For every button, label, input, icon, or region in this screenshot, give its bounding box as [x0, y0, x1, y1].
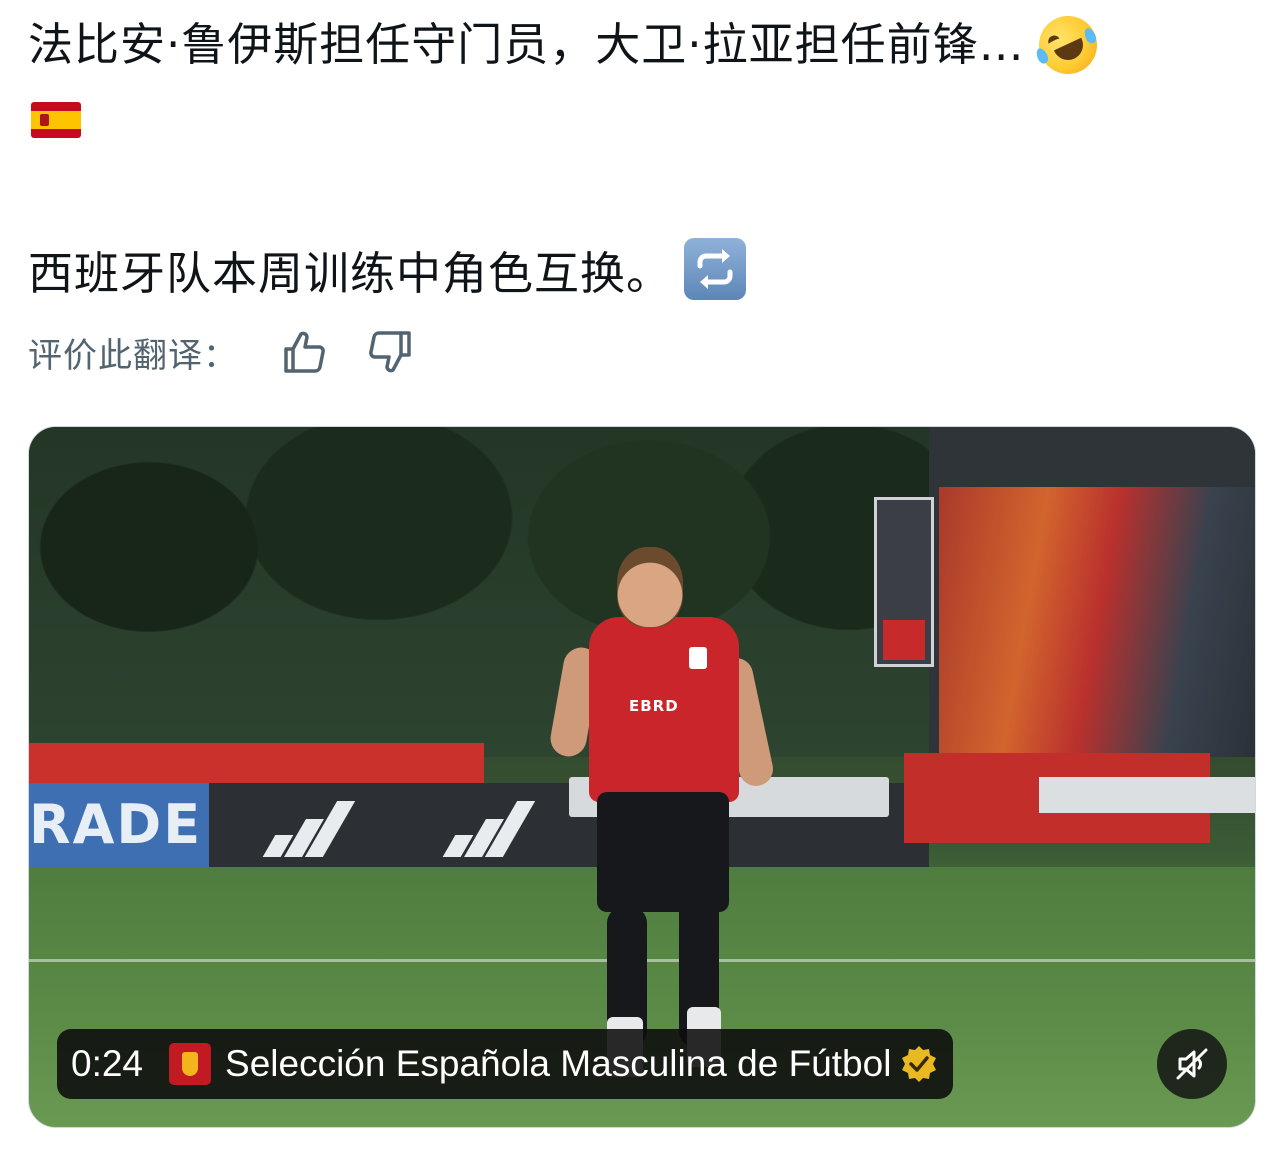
post-line-3: 西班牙队本周训练中角色互换。	[28, 236, 747, 302]
rfef-crest-icon	[169, 1043, 212, 1085]
rolling-laughing-emoji-icon	[1029, 6, 1107, 84]
repeat-button-icon	[684, 238, 747, 300]
video-red-hoarding	[29, 743, 484, 785]
thumbs-up-icon	[284, 331, 325, 373]
spain-crest-icon	[689, 647, 707, 669]
rate-translation-label: 评价此翻译：	[28, 335, 238, 376]
post-text: 法比安·鲁伊斯担任守门员，大卫·拉亚担任前锋…	[28, 6, 1258, 84]
post-line-3-text: 西班牙队本周训练中角色互换。	[28, 246, 673, 300]
video-bench	[1039, 777, 1255, 813]
video-channel-name: Selección Española Masculina de Fútbol	[225, 1043, 892, 1084]
video-scoreboard	[874, 497, 934, 667]
post-line-1: 法比安·鲁伊斯担任守门员，大卫·拉亚担任前锋…	[28, 6, 1258, 84]
video-player-figure: EBRD	[547, 537, 779, 1077]
shirt-sponsor-text: EBRD	[629, 697, 679, 715]
thumbs-up-button[interactable]	[278, 326, 330, 378]
adidas-logo-icon	[259, 799, 359, 857]
video-fan-mural	[939, 487, 1255, 757]
verified-badge-icon	[899, 1044, 939, 1084]
video-time-remaining: 0:24	[71, 1043, 144, 1084]
thumbs-down-button[interactable]	[364, 326, 416, 378]
video-ad-board-text: RADE	[29, 783, 209, 867]
mute-toggle-button[interactable]	[1157, 1029, 1227, 1099]
video-info-overlay[interactable]: 0:24 Selección Española Masculina de Fút…	[57, 1029, 954, 1099]
post-line-1-text: 法比安·鲁伊斯担任守门员，大卫·拉亚担任前锋…	[28, 18, 1025, 71]
adidas-logo-icon	[439, 799, 539, 857]
rate-translation-row: 评价此翻译：	[28, 326, 416, 378]
thumbs-down-icon	[369, 331, 411, 373]
video-player[interactable]: RADE EBRD 0:24 Selección Española Mascul…	[28, 426, 1256, 1128]
speaker-muted-icon	[1176, 1048, 1208, 1080]
spain-flag-icon	[31, 102, 81, 138]
